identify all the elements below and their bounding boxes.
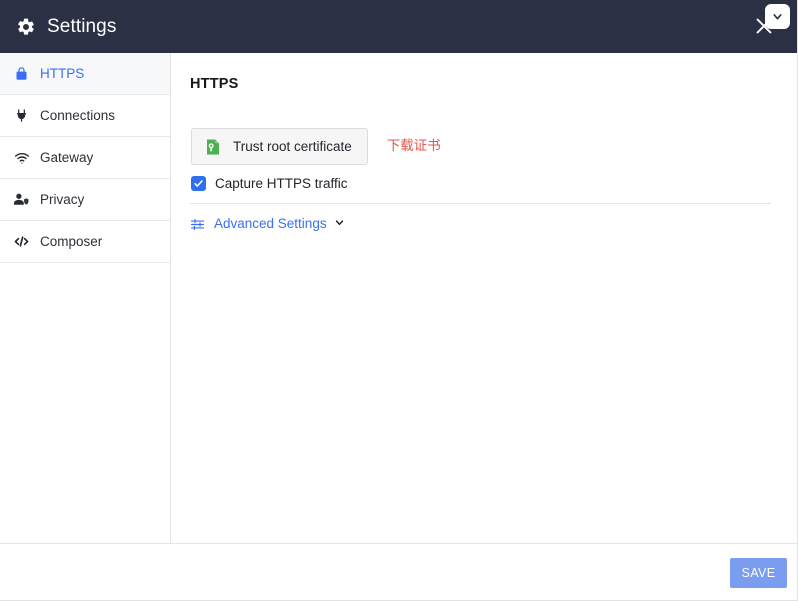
lock-icon	[13, 65, 30, 82]
footer-bar: SAVE	[0, 544, 797, 600]
capture-https-traffic-label: Capture HTTPS traffic	[215, 175, 348, 191]
chevron-down-icon	[334, 215, 345, 233]
main-panel: HTTPS Trust root certificate 下载证书 Captur…	[171, 53, 797, 543]
sidebar-item-https[interactable]: HTTPS	[0, 53, 170, 95]
sidebar-item-connections[interactable]: Connections	[0, 95, 170, 137]
sidebar-item-label: Connections	[40, 107, 116, 123]
wifi-icon	[13, 149, 30, 166]
window-title: Settings	[47, 16, 117, 37]
trust-certificate-row: Trust root certificate 下载证书	[191, 128, 441, 165]
sidebar-item-label: HTTPS	[40, 65, 85, 81]
download-certificate-link[interactable]: 下载证书	[387, 139, 441, 154]
section-divider	[190, 203, 771, 204]
sidebar-item-privacy[interactable]: Privacy	[0, 179, 170, 221]
plug-icon	[13, 107, 30, 124]
save-button[interactable]: SAVE	[730, 558, 787, 588]
capture-https-traffic-checkbox[interactable]	[191, 176, 206, 191]
gear-icon	[16, 17, 36, 37]
code-icon	[13, 233, 30, 250]
certificate-icon	[204, 138, 222, 156]
settings-window: Settings HTTPS Connections Gateway Priva…	[0, 0, 798, 601]
window-titlebar: Settings	[0, 0, 797, 53]
sidebar-item-label: Composer	[40, 233, 103, 249]
user-shield-icon	[13, 191, 30, 208]
sidebar-item-gateway[interactable]: Gateway	[0, 137, 170, 179]
capture-https-traffic-row[interactable]: Capture HTTPS traffic	[191, 176, 348, 191]
trust-root-certificate-button[interactable]: Trust root certificate	[191, 128, 368, 165]
sidebar-item-composer[interactable]: Composer	[0, 221, 170, 263]
sidebar-item-label: Gateway	[40, 149, 94, 165]
sidebar-item-label: Privacy	[40, 191, 85, 207]
advanced-settings-label: Advanced Settings	[214, 216, 327, 232]
sidebar: HTTPS Connections Gateway Privacy Compos…	[0, 53, 171, 543]
sliders-icon	[190, 217, 205, 232]
trust-root-certificate-label: Trust root certificate	[233, 138, 352, 154]
chevron-down-button[interactable]	[765, 4, 790, 29]
advanced-settings-toggle[interactable]: Advanced Settings	[190, 215, 345, 233]
page-title: HTTPS	[190, 76, 239, 92]
